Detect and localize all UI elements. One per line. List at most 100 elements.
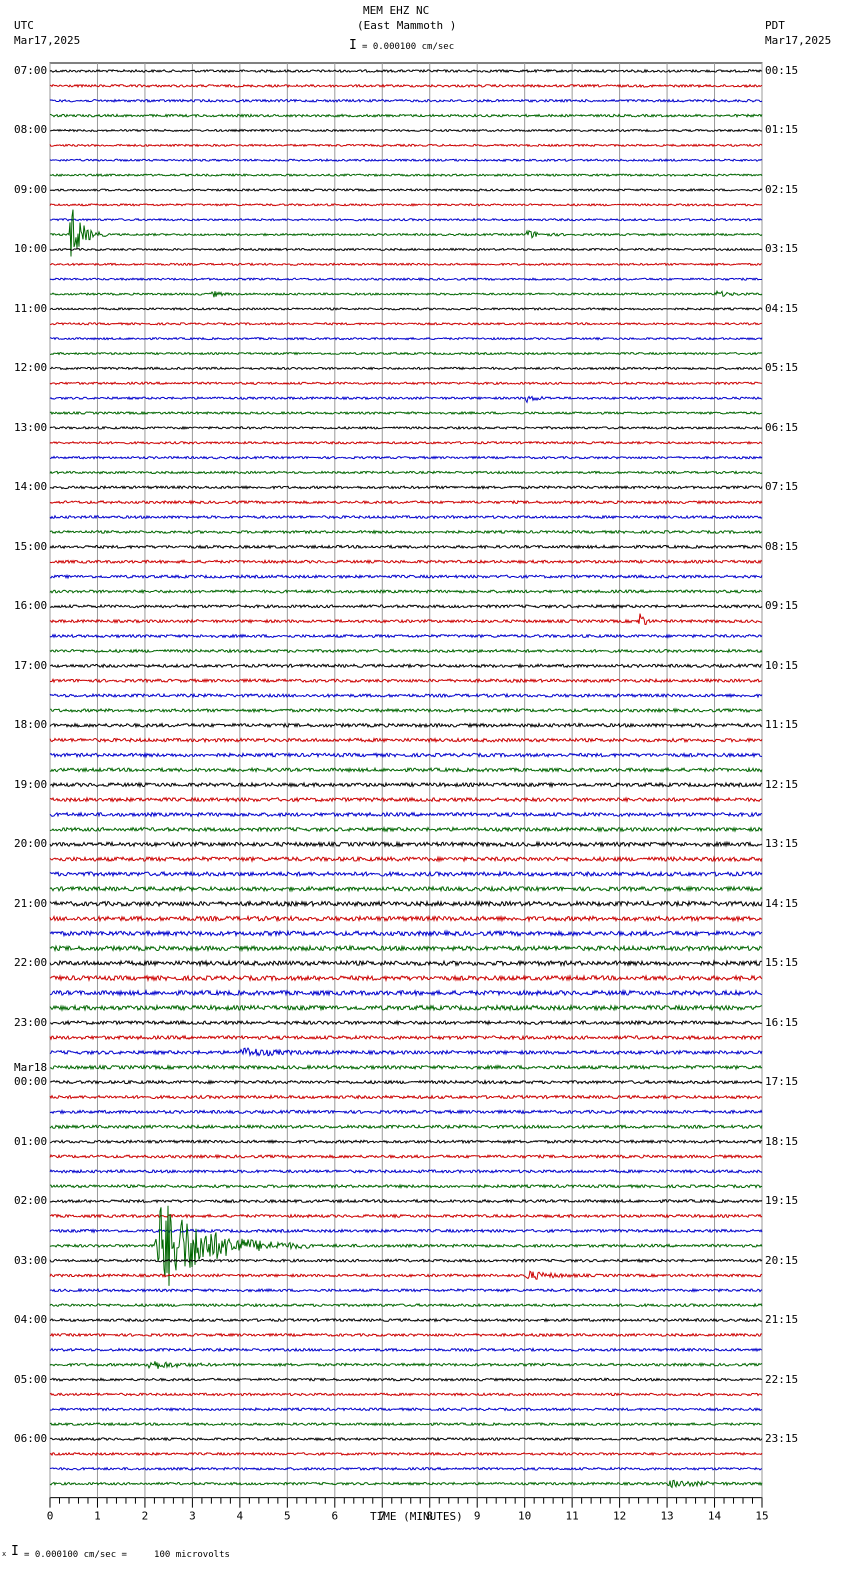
trace-line bbox=[49, 633, 763, 639]
trace-line bbox=[49, 321, 763, 326]
trace-line bbox=[49, 1361, 763, 1370]
pdt-hour-label: 22:15 bbox=[765, 1372, 799, 1386]
trace-line bbox=[49, 113, 763, 119]
trace-line bbox=[49, 811, 763, 818]
trace-line bbox=[49, 425, 763, 430]
trace-line bbox=[50, 351, 763, 356]
pdt-hour-label: 23:15 bbox=[765, 1432, 799, 1446]
trace-line bbox=[49, 573, 763, 580]
pdt-hour-label: 19:15 bbox=[765, 1194, 799, 1208]
trace-line bbox=[49, 1183, 763, 1189]
pdt-hour-label: 08:15 bbox=[765, 539, 799, 553]
utc-hour-label: 08:00 bbox=[14, 123, 48, 137]
trace-line bbox=[49, 1302, 763, 1308]
trace-line bbox=[49, 1094, 763, 1100]
trace-line bbox=[49, 366, 763, 371]
utc-hour-label: 23:00 bbox=[14, 1015, 48, 1029]
trace-line bbox=[49, 1019, 763, 1026]
utc-hour-label: 18:00 bbox=[14, 718, 48, 732]
trace-line bbox=[49, 262, 763, 267]
trace-line bbox=[49, 1436, 763, 1442]
trace-line bbox=[49, 662, 763, 669]
trace-line bbox=[49, 1287, 763, 1293]
trace-line bbox=[49, 128, 763, 133]
utc-hour-label: 21:00 bbox=[14, 896, 48, 910]
x-tick-label: 10 bbox=[518, 1510, 531, 1523]
trace-line bbox=[49, 944, 763, 953]
trace-line bbox=[49, 1198, 763, 1204]
trace-line bbox=[49, 855, 763, 863]
trace-line bbox=[49, 306, 763, 311]
trace-line bbox=[49, 1047, 763, 1058]
trace-line bbox=[49, 381, 762, 386]
x-tick-label: 7 bbox=[379, 1510, 386, 1523]
x-tick-label: 14 bbox=[708, 1510, 722, 1523]
trace-line bbox=[49, 914, 763, 923]
pdt-hour-label: 07:15 bbox=[765, 480, 799, 494]
trace-line bbox=[49, 1153, 763, 1160]
trace-line bbox=[49, 1258, 763, 1263]
trace-line bbox=[49, 751, 762, 759]
trace-line bbox=[49, 499, 763, 505]
utc-hour-label: 17:00 bbox=[14, 658, 48, 672]
trace-line bbox=[49, 722, 763, 729]
trace-line bbox=[49, 1421, 763, 1427]
utc-hour-label: 11:00 bbox=[14, 301, 48, 315]
trace-line bbox=[49, 247, 763, 252]
trace-line bbox=[49, 1108, 763, 1115]
x-tick-label: 4 bbox=[237, 1510, 244, 1523]
pdt-hour-label: 02:15 bbox=[765, 182, 799, 196]
trace-line bbox=[49, 1332, 763, 1338]
x-tick-label: 5 bbox=[284, 1510, 291, 1523]
utc-hour-label: 04:00 bbox=[14, 1313, 48, 1327]
trace-line bbox=[49, 796, 763, 803]
trace-line bbox=[49, 677, 763, 684]
x-tick-label: 13 bbox=[660, 1510, 673, 1523]
trace-line bbox=[49, 870, 763, 878]
trace-line bbox=[49, 514, 763, 520]
trace-line bbox=[49, 899, 763, 908]
trace-line bbox=[49, 98, 763, 103]
x-tick-label: 11 bbox=[566, 1510, 579, 1523]
trace-line bbox=[49, 1317, 763, 1323]
x-tick-label: 9 bbox=[474, 1510, 481, 1523]
helicorder: MEM EHZ NC (East Mammoth ) UTC Mar17,202… bbox=[0, 0, 850, 1584]
trace-line bbox=[49, 1270, 763, 1280]
utc-hour-label: 22:00 bbox=[14, 956, 48, 970]
pdt-hour-label: 01:15 bbox=[765, 123, 799, 137]
utc-hour-label: 09:00 bbox=[14, 182, 48, 196]
trace-line bbox=[49, 217, 763, 222]
utc-hour-label: 12:00 bbox=[14, 361, 48, 375]
trace-line bbox=[50, 289, 763, 298]
date-change-label: Mar18 bbox=[14, 1061, 48, 1075]
trace-line bbox=[49, 1392, 763, 1397]
trace-line bbox=[49, 826, 763, 833]
trace-line bbox=[49, 781, 763, 789]
trace-line bbox=[49, 766, 763, 774]
trace-line bbox=[49, 1213, 763, 1219]
utc-hour-label: 14:00 bbox=[14, 480, 48, 494]
trace-line bbox=[49, 1079, 763, 1086]
x-tick-label: 3 bbox=[189, 1510, 196, 1523]
trace-line bbox=[49, 173, 763, 178]
pdt-hour-label: 13:15 bbox=[765, 837, 799, 851]
pdt-hour-label: 00:15 bbox=[765, 64, 799, 77]
trace-line bbox=[49, 1123, 763, 1130]
trace-line bbox=[49, 470, 763, 475]
x-tick-label: 2 bbox=[142, 1510, 149, 1523]
trace-line bbox=[49, 1377, 763, 1382]
trace-line bbox=[49, 83, 763, 89]
trace-line bbox=[49, 158, 763, 163]
pdt-hour-label: 21:15 bbox=[765, 1313, 799, 1327]
trace-line bbox=[49, 959, 763, 968]
utc-hour-label: 06:00 bbox=[14, 1432, 48, 1446]
trace-line bbox=[49, 544, 762, 550]
trace-line bbox=[49, 1034, 763, 1041]
trace-line bbox=[49, 737, 763, 744]
trace-line bbox=[49, 929, 763, 938]
utc-hour-label: 16:00 bbox=[14, 599, 48, 613]
trace-line bbox=[49, 1139, 763, 1145]
x-tick-label: 8 bbox=[426, 1510, 433, 1523]
trace-line bbox=[49, 68, 763, 74]
utc-hour-label: 20:00 bbox=[14, 837, 48, 851]
